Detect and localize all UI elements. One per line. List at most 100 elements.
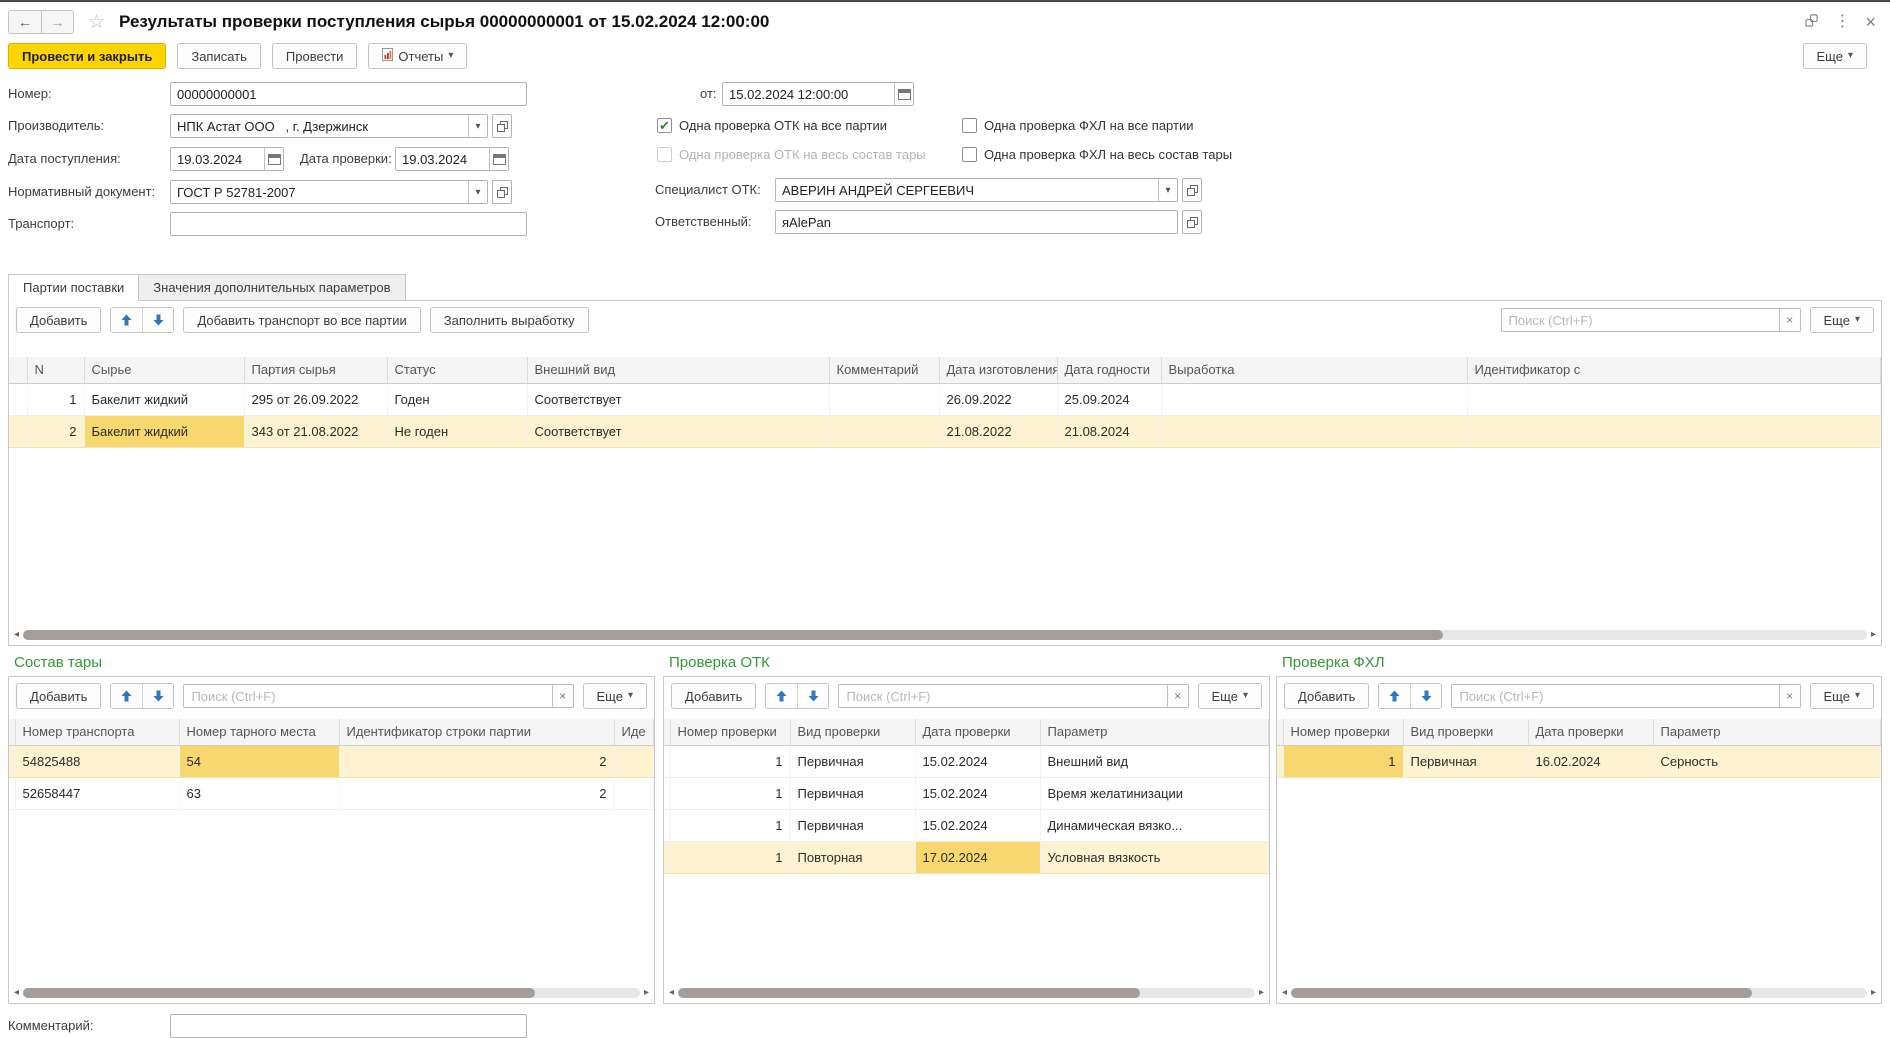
cell-exp[interactable]: 21.08.2024 xyxy=(1057,415,1161,447)
column-header-param[interactable]: Параметр xyxy=(1040,719,1269,745)
dropdown-icon[interactable]: ▾ xyxy=(1158,179,1177,201)
cell-gutter[interactable] xyxy=(9,383,27,415)
tab-supply-batches[interactable]: Партии поставки xyxy=(8,274,139,301)
favorite-star-icon[interactable]: ☆ xyxy=(88,13,105,32)
cell-kind[interactable]: Первичная xyxy=(1403,745,1528,777)
scroll-left-icon[interactable]: ◂ xyxy=(669,988,674,998)
back-button[interactable]: ← xyxy=(9,11,41,33)
responsible-input[interactable] xyxy=(776,211,1177,233)
move-down-button[interactable] xyxy=(1410,684,1441,708)
add-row-button[interactable]: Добавить xyxy=(16,307,101,333)
cell-ident[interactable]: 2 xyxy=(339,777,614,809)
clear-search-button[interactable]: × xyxy=(1780,684,1801,708)
column-header-param[interactable]: Параметр xyxy=(1653,719,1881,745)
column-header-date[interactable]: Дата проверки xyxy=(1528,719,1653,745)
calendar-icon[interactable] xyxy=(489,148,508,170)
scroll-right-icon[interactable]: ▸ xyxy=(1871,630,1876,640)
add-row-button[interactable]: Добавить xyxy=(16,683,101,709)
clear-search-button[interactable]: × xyxy=(1168,684,1189,708)
close-icon[interactable]: × xyxy=(1865,13,1876,31)
column-header-mfg[interactable]: Дата изготовления xyxy=(939,357,1057,383)
move-down-button[interactable] xyxy=(797,684,828,708)
column-header-n[interactable]: N xyxy=(27,357,84,383)
column-header-batch[interactable]: Партия сырья xyxy=(244,357,387,383)
horizontal-scrollbar[interactable]: ◂ ▸ xyxy=(669,986,1264,1000)
manufacturer-field[interactable]: ▾ xyxy=(170,114,488,138)
cell-appearance[interactable]: Соответствует xyxy=(527,415,829,447)
transport-field[interactable] xyxy=(170,212,527,236)
manufacturer-input[interactable] xyxy=(171,115,468,137)
cell-date[interactable]: 17.02.2024 xyxy=(915,841,1040,873)
cell-num[interactable]: 1 xyxy=(670,777,790,809)
table-row[interactable]: 1Повторная17.02.2024Условная вязкость xyxy=(664,841,1269,873)
column-header-transport[interactable]: Номер транспорта xyxy=(15,719,179,745)
checkbox-box[interactable]: ✔ xyxy=(657,118,672,133)
column-header-place[interactable]: Номер тарного места xyxy=(179,719,339,745)
otk-more-button[interactable]: Еще ▾ xyxy=(1198,683,1262,709)
column-header-ident2[interactable]: Иде xyxy=(614,719,654,745)
cell-n[interactable]: 1 xyxy=(27,383,84,415)
cell-num[interactable]: 1 xyxy=(670,745,790,777)
column-header-kind[interactable]: Вид проверки xyxy=(1403,719,1528,745)
column-header-ident[interactable]: Идентификатор строки партии xyxy=(339,719,614,745)
cell-n[interactable]: 2 xyxy=(27,415,84,447)
cell-date[interactable]: 15.02.2024 xyxy=(915,777,1040,809)
scroll-right-icon[interactable]: ▸ xyxy=(644,988,649,998)
responsible-field[interactable] xyxy=(775,210,1178,234)
scroll-left-icon[interactable]: ◂ xyxy=(1282,988,1287,998)
column-header-date[interactable]: Дата проверки xyxy=(915,719,1040,745)
post-button[interactable]: Провести xyxy=(272,43,358,69)
horizontal-scrollbar[interactable]: ◂ ▸ xyxy=(1282,986,1876,1000)
table-row[interactable]: 1Первичная15.02.2024Динамическая вязко..… xyxy=(664,809,1269,841)
fhl-more-button[interactable]: Еще ▾ xyxy=(1810,683,1874,709)
open-responsible-button[interactable] xyxy=(1182,210,1202,234)
add-transport-all-batches-button[interactable]: Добавить транспорт во все партии xyxy=(183,307,420,333)
get-link-icon[interactable] xyxy=(1804,13,1819,32)
column-header-material[interactable]: Сырье xyxy=(84,357,244,383)
cell-date[interactable]: 16.02.2024 xyxy=(1528,745,1653,777)
number-input[interactable] xyxy=(171,83,526,105)
table-row[interactable]: 52658447632 xyxy=(9,777,654,809)
cell-num[interactable]: 1 xyxy=(1283,745,1403,777)
column-header-comment[interactable]: Комментарий xyxy=(829,357,939,383)
cell-batch[interactable]: 295 от 26.09.2022 xyxy=(244,383,387,415)
cell-output[interactable] xyxy=(1161,415,1467,447)
cell-material[interactable]: Бакелит жидкий xyxy=(84,383,244,415)
search-input[interactable] xyxy=(838,684,1167,708)
table-row[interactable]: 1Первичная15.02.2024Время желатинизации xyxy=(664,777,1269,809)
receipt-date-input[interactable] xyxy=(171,148,264,170)
cell-num[interactable]: 1 xyxy=(670,809,790,841)
calendar-icon[interactable] xyxy=(264,148,283,170)
cell-comment[interactable] xyxy=(829,383,939,415)
doc-date-field[interactable] xyxy=(722,82,914,106)
table-row[interactable]: 54825488542 xyxy=(9,745,654,777)
tare-more-button[interactable]: Еще ▾ xyxy=(583,683,647,709)
table-row[interactable]: 1Первичная15.02.2024Внешний вид xyxy=(664,745,1269,777)
cell-ident2[interactable] xyxy=(614,777,654,809)
column-header-status[interactable]: Статус xyxy=(387,357,527,383)
comment-field[interactable] xyxy=(170,1014,527,1038)
cell-mfg[interactable]: 26.09.2022 xyxy=(939,383,1057,415)
checkbox-one-otk-check-all-tare[interactable]: Одна проверка ОТК на весь состав тары xyxy=(657,147,926,162)
checkbox-one-fhl-check-all-tare[interactable]: Одна проверка ФХЛ на весь состав тары xyxy=(962,147,1232,162)
cell-param[interactable]: Внешний вид xyxy=(1040,745,1269,777)
column-header-ident[interactable]: Идентификатор с xyxy=(1467,357,1881,383)
cell-transport[interactable]: 54825488 xyxy=(15,745,179,777)
move-up-button[interactable] xyxy=(111,308,142,332)
cell-kind[interactable]: Первичная xyxy=(790,809,915,841)
comment-input[interactable] xyxy=(171,1015,526,1037)
table-row[interactable]: 1Бакелит жидкий295 от 26.09.2022ГоденСоо… xyxy=(9,383,1881,415)
forward-button[interactable]: → xyxy=(41,11,73,33)
otk-specialist-field[interactable]: ▾ xyxy=(775,178,1178,202)
cell-batch[interactable]: 343 от 21.08.2022 xyxy=(244,415,387,447)
cell-ident2[interactable] xyxy=(614,745,654,777)
scroll-left-icon[interactable]: ◂ xyxy=(14,988,19,998)
cell-param[interactable]: Время желатинизации xyxy=(1040,777,1269,809)
check-date-field[interactable] xyxy=(395,147,509,171)
column-header-appearance[interactable]: Внешний вид xyxy=(527,357,829,383)
cell-num[interactable]: 1 xyxy=(670,841,790,873)
checkbox-box[interactable] xyxy=(962,147,977,162)
cell-comment[interactable] xyxy=(829,415,939,447)
dropdown-icon[interactable]: ▾ xyxy=(468,181,487,203)
search-input[interactable] xyxy=(1501,308,1781,332)
